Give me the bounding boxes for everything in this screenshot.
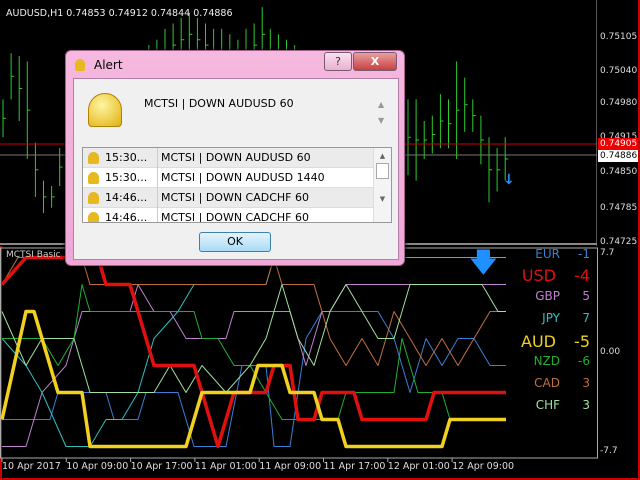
bell-icon [88, 192, 99, 204]
currency-name: USD [521, 266, 556, 285]
currency-name: AUD [521, 332, 556, 351]
legend-item-eur: EUR -1 [535, 247, 590, 261]
time-label: 10 Apr 2017 [2, 461, 61, 472]
currency-strength: -5 [574, 332, 590, 351]
bell-icon [88, 172, 99, 184]
bell-icon [75, 59, 85, 71]
alert-text: MCTSI | DOWN CADCHF 60 [157, 188, 309, 208]
down-arrow-signal-icon: ↓ [503, 172, 515, 188]
currency-strength: 7 [582, 311, 590, 325]
currency-name: EUR [535, 247, 560, 261]
currency-strength: 3 [582, 376, 590, 390]
price-label: 0.74850 [600, 167, 638, 177]
alert-text: MCTSI | DOWN AUDUSD 60 [157, 148, 311, 168]
bell-icon [88, 152, 99, 164]
alert-text: MCTSI | DOWN CADCHF 60 [157, 208, 309, 222]
time-label: 11 Apr 01:00 [194, 461, 257, 472]
message-scrollbar[interactable]: ▲ ▼ [378, 97, 384, 129]
bell-icon [88, 212, 99, 222]
symbol-info: AUDUSD,H1 0.74853 0.74912 0.74844 0.7488… [6, 8, 233, 19]
time-label: 10 Apr 17:00 [130, 461, 193, 472]
time-label: 11 Apr 17:00 [323, 461, 386, 472]
dialog-title: Alert [94, 58, 123, 72]
indicator-title: MCTSI Basic [6, 250, 61, 260]
currency-name: JPY [542, 311, 560, 325]
alert-time: 15:30... [105, 151, 148, 164]
legend-item-cad: CAD 3 [534, 376, 590, 390]
price-label: 0.75040 [600, 66, 638, 76]
currency-name: CHF [535, 398, 560, 412]
series-line-aud [0, 309, 506, 449]
alert-list-row[interactable]: 14:46... MCTSI | DOWN CADCHF 60 [83, 188, 373, 208]
help-button[interactable]: ? [324, 52, 352, 71]
currency-strength: -4 [574, 266, 590, 285]
legend-item-gbp: GBP 5 [535, 289, 590, 303]
down-arrow-signal-icon: 🡇 [470, 248, 497, 278]
legend-item-jpy: JPY 7 [542, 311, 590, 325]
alert-time: 15:30... [105, 171, 148, 184]
alert-history-list[interactable]: 15:30... MCTSI | DOWN AUDUSD 60 15:30... MC… [82, 147, 392, 223]
ask-price-label: 0.74905 [598, 138, 638, 150]
legend-item-aud: AUD -5 [521, 332, 590, 351]
indicator-frame [0, 247, 598, 459]
legend-item-usd: USD -4 [522, 266, 590, 285]
close-button[interactable]: X [353, 52, 397, 71]
alert-list-row[interactable]: 14:46... MCTSI | DOWN CADCHF 60 [83, 208, 373, 223]
indicator-scale-max: 7.7 [600, 248, 615, 258]
alert-list-row[interactable]: 15:30... MCTSI | DOWN AUDUSD 1440 [83, 168, 373, 188]
price-label: 0.75105 [600, 32, 638, 42]
indicator-scale-zero: 0.00 [600, 347, 621, 357]
alert-time: 14:46... [105, 191, 148, 204]
alert-list-row[interactable]: 15:30... MCTSI | DOWN AUDUSD 60 [83, 148, 373, 168]
currency-strength: 3 [582, 398, 590, 412]
list-scrollbar[interactable]: ▲ ▼ [373, 148, 391, 222]
bid-price-label: 0.74886 [598, 150, 638, 162]
currency-strength: -1 [578, 247, 590, 261]
currency-name: GBP [535, 289, 560, 303]
legend-item-nzd: NZD -6 [534, 354, 590, 368]
currency-strength: 5 [582, 289, 590, 303]
dialog-body: MCTSI | DOWN AUDUSD 60 ▲ ▼ 15:30... MCTSI … [73, 78, 399, 260]
alert-text: MCTSI | DOWN AUDUSD 1440 [157, 168, 325, 188]
legend-item-chf: CHF 3 [536, 398, 590, 412]
currency-name: CAD [534, 376, 560, 390]
indicator-scale-min: -7.7 [600, 446, 618, 456]
time-label: 11 Apr 09:00 [259, 461, 322, 472]
time-label: 12 Apr 09:00 [452, 461, 515, 472]
alert-dialog: Alert ? X MCTSI | DOWN AUDUSD 60 ▲ ▼ 15:3… [65, 50, 405, 266]
time-label: 10 Apr 09:00 [66, 461, 129, 472]
price-label: 0.74785 [600, 203, 638, 213]
large-bell-icon [88, 93, 122, 127]
currency-strength: -6 [578, 354, 590, 368]
currency-name: NZD [533, 354, 560, 368]
price-label: 0.74980 [600, 98, 638, 108]
alert-message: MCTSI | DOWN AUDUSD 60 [144, 97, 294, 110]
alert-time: 14:46... [105, 211, 148, 223]
ok-button[interactable]: OK [199, 232, 271, 252]
time-label: 12 Apr 01:00 [387, 461, 450, 472]
